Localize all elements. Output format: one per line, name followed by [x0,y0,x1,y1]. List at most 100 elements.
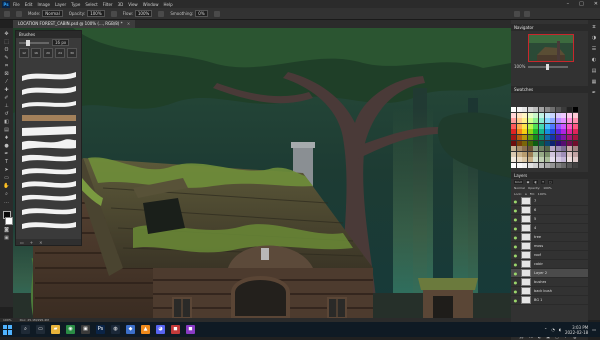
eyedropper-tool-icon[interactable]: ⁄ [3,79,10,85]
color-swatch[interactable] [566,123,572,129]
color-swatch[interactable] [550,151,556,157]
navigator-zoom-value[interactable]: 100% [514,64,525,69]
layer-filter-select[interactable]: Kind [514,180,523,184]
visibility-eye-icon[interactable]: ● [513,208,518,213]
adjustments-panel-icon[interactable]: ◐ [591,57,597,63]
layer-row[interactable]: ● 5 [511,215,588,224]
background-color-swatch[interactable] [4,217,13,225]
color-swatch[interactable] [561,129,567,135]
quick-select-tool-icon[interactable]: ✎ [3,55,10,61]
brush-preset[interactable]: 30 [67,48,77,58]
marquee-tool-icon[interactable]: ⬚ [3,39,10,45]
network-icon[interactable]: ◔ [551,327,555,332]
layer-row[interactable]: ● 7 [511,197,588,206]
healing-tool-icon[interactable]: ✚ [3,87,10,93]
color-swatch[interactable] [522,146,528,152]
color-swatch[interactable] [516,151,522,157]
color-swatch[interactable] [544,118,550,124]
flow-field[interactable]: 100% [134,10,153,17]
color-swatch[interactable] [572,146,578,152]
color-swatch[interactable] [566,151,572,157]
color-swatch[interactable] [544,123,550,129]
color-swatch[interactable] [522,129,528,135]
color-swatch[interactable] [555,134,561,140]
color-swatch[interactable] [561,107,567,112]
chrome-icon[interactable]: ◉ [66,325,75,334]
color-swatch[interactable] [572,123,578,129]
channels-panel-icon[interactable]: ▦ [591,79,597,85]
color-swatch[interactable] [527,118,533,124]
color-swatch[interactable] [561,134,567,140]
close-button[interactable]: ✕ [594,1,598,7]
visibility-eye-icon[interactable]: ● [513,280,518,285]
chevron-up-icon[interactable]: ⌃ [544,327,547,332]
layer-fill-field[interactable]: 100% [538,192,547,196]
navigator-thumbnail[interactable] [528,34,574,62]
color-swatch[interactable] [561,157,567,163]
opacity-field[interactable]: 100% [87,10,105,17]
symmetry-icon[interactable] [524,10,530,17]
smoothing-field[interactable]: 0% [195,10,208,17]
filter-shape-icon[interactable]: ▢ [547,180,553,184]
search-icon[interactable]: ⌕ [21,325,30,334]
home-icon[interactable] [4,10,10,17]
color-swatch[interactable] [538,151,544,157]
lock-icon[interactable]: ⌂ [525,192,527,196]
photoshop-icon[interactable]: Ps [96,325,105,334]
color-swatch[interactable] [527,162,533,168]
color-swatch[interactable] [522,157,528,163]
color-swatch[interactable] [516,123,522,129]
color-swatch[interactable] [566,162,572,168]
color-swatch[interactable] [522,134,528,140]
color-swatch[interactable] [527,146,533,152]
color-swatch[interactable] [516,112,522,118]
color-swatch[interactable] [538,162,544,168]
history-brush-tool-icon[interactable]: ↺ [3,111,10,117]
color-swatch[interactable] [572,107,578,112]
libraries-panel-icon[interactable]: ▤ [591,68,597,74]
color-swatch[interactable] [572,162,578,168]
menu-3d[interactable]: 3D [118,2,124,7]
brush-size-slider-handle[interactable] [26,39,30,46]
color-panel-icon[interactable]: ◑ [591,35,597,41]
volume-icon[interactable]: ◖ [559,327,561,332]
trash-icon[interactable]: ✕ [39,240,42,245]
quick-mask-icon[interactable]: ◙ [3,227,10,233]
crop-tool-icon[interactable]: ⌗ [3,63,10,69]
mode-option[interactable]: Mode: Normal [28,10,63,17]
zoom-tool-icon[interactable]: ⌕ [3,191,10,197]
eraser-tool-icon[interactable]: ◧ [3,119,10,125]
layer-blend-mode-select[interactable]: Normal [514,186,525,190]
menu-help[interactable]: Help [163,2,172,7]
color-swatch[interactable] [550,146,556,152]
menu-layer[interactable]: Layer [55,2,66,7]
color-swatch[interactable] [544,129,550,135]
brush-stroke-list[interactable] [19,68,79,238]
color-swatch[interactable] [516,162,522,168]
brush-preset[interactable]: 16 [31,48,41,58]
stamp-tool-icon[interactable]: ⊥ [3,103,10,109]
visibility-eye-icon[interactable]: ● [513,298,518,303]
menu-filter[interactable]: Filter [103,2,113,7]
layer-row[interactable]: ● roof [511,251,588,260]
color-swatch[interactable] [533,146,539,152]
color-swatch[interactable] [544,157,550,163]
color-swatch[interactable] [516,118,522,124]
filter-type-icon[interactable]: T [541,180,545,184]
visibility-eye-icon[interactable]: ● [513,262,518,267]
shape-tool-icon[interactable]: ▭ [3,175,10,181]
filter-adjust-icon[interactable]: ◐ [533,180,539,184]
layer-row[interactable]: ● back bush [511,287,588,296]
color-swatch[interactable] [572,129,578,135]
color-swatch[interactable] [550,112,556,118]
color-swatch[interactable] [522,107,528,112]
color-swatch[interactable] [533,134,539,140]
color-swatch[interactable] [566,157,572,163]
minimize-button[interactable]: – [567,1,570,7]
color-swatch[interactable] [516,134,522,140]
color-swatch[interactable] [538,107,544,112]
start-button[interactable] [3,324,13,335]
flow-option[interactable]: Flow: 100% [123,10,153,17]
color-swatch[interactable] [527,123,533,129]
navigator-zoom-slider[interactable] [528,63,569,70]
